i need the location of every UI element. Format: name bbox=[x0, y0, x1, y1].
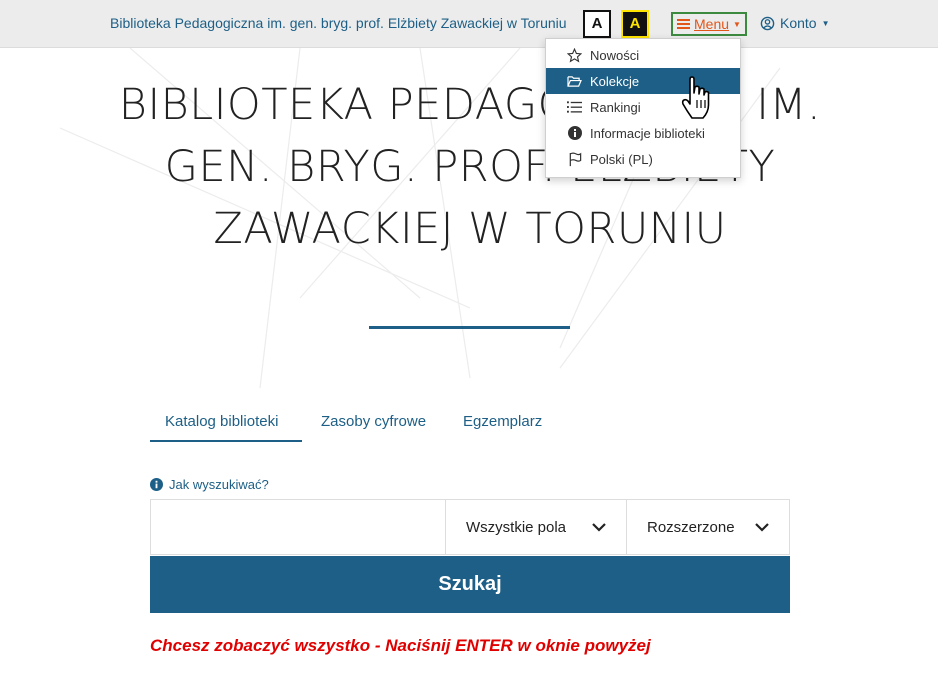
tab-katalog[interactable]: Katalog biblioteki bbox=[165, 413, 278, 430]
contrast-normal-button[interactable]: A bbox=[583, 10, 611, 38]
field-select-value: Wszystkie pola bbox=[466, 518, 567, 536]
info-icon bbox=[567, 126, 582, 141]
hamburger-icon bbox=[677, 19, 690, 29]
active-tab-indicator bbox=[150, 440, 302, 442]
flag-icon bbox=[567, 152, 582, 167]
menu-item-label: Nowości bbox=[590, 47, 640, 63]
user-circle-icon bbox=[760, 16, 775, 30]
hand-pointer-cursor-icon bbox=[681, 76, 710, 119]
search-input[interactable] bbox=[150, 499, 445, 555]
menu-label: Menu bbox=[694, 16, 730, 32]
mode-select-value: Rozszerzone bbox=[647, 518, 735, 536]
menu-dropdown: Nowości Kolekcje Rankingi Informacje bib… bbox=[545, 38, 741, 178]
title-underline bbox=[369, 326, 570, 329]
search-hint: Chcesz zobaczyć wszystko - Naciśnij ENTE… bbox=[150, 636, 651, 655]
mode-select[interactable]: Rozszerzone bbox=[626, 499, 790, 555]
menu-item-label: Rankingi bbox=[590, 99, 641, 115]
folder-open-icon bbox=[567, 74, 582, 89]
account-button[interactable]: Konto ▼ bbox=[760, 15, 830, 31]
page-title: BIBLIOTEKA PEDAGOGICZNA IM. GEN. BRYG. P… bbox=[118, 80, 822, 254]
search-row: Wszystkie pola Rozszerzone bbox=[150, 499, 790, 555]
chevron-down-icon bbox=[755, 522, 769, 532]
list-ordered-icon bbox=[567, 100, 582, 115]
caret-down-icon: ▼ bbox=[733, 19, 741, 29]
library-name-link[interactable]: Biblioteka Pedagogiczna im. gen. bryg. p… bbox=[110, 15, 567, 31]
chevron-down-icon bbox=[592, 522, 606, 532]
search-button[interactable]: Szukaj bbox=[150, 556, 790, 613]
menu-item-jezyk[interactable]: Polski (PL) bbox=[546, 146, 740, 172]
info-icon bbox=[150, 478, 163, 491]
menu-item-informacje[interactable]: Informacje biblioteki bbox=[546, 120, 740, 146]
field-select[interactable]: Wszystkie pola bbox=[445, 499, 626, 555]
contrast-high-button[interactable]: A bbox=[621, 10, 649, 38]
menu-button[interactable]: Menu ▼ bbox=[671, 12, 747, 36]
tab-zasoby-cyfrowe[interactable]: Zasoby cyfrowe bbox=[321, 413, 426, 430]
menu-item-label: Informacje biblioteki bbox=[590, 125, 705, 141]
help-link-label: Jak wyszukiwać? bbox=[169, 477, 269, 492]
caret-down-icon: ▼ bbox=[821, 18, 830, 28]
account-label: Konto bbox=[780, 15, 817, 31]
menu-item-label: Kolekcje bbox=[590, 73, 640, 89]
star-icon bbox=[567, 47, 582, 63]
tab-egzemplarz[interactable]: Egzemplarz bbox=[463, 413, 542, 430]
menu-item-label: Polski (PL) bbox=[590, 151, 653, 167]
top-bar: Biblioteka Pedagogiczna im. gen. bryg. p… bbox=[0, 0, 938, 48]
menu-item-nowosci[interactable]: Nowości bbox=[546, 42, 740, 68]
search-help-link[interactable]: Jak wyszukiwać? bbox=[150, 477, 269, 492]
